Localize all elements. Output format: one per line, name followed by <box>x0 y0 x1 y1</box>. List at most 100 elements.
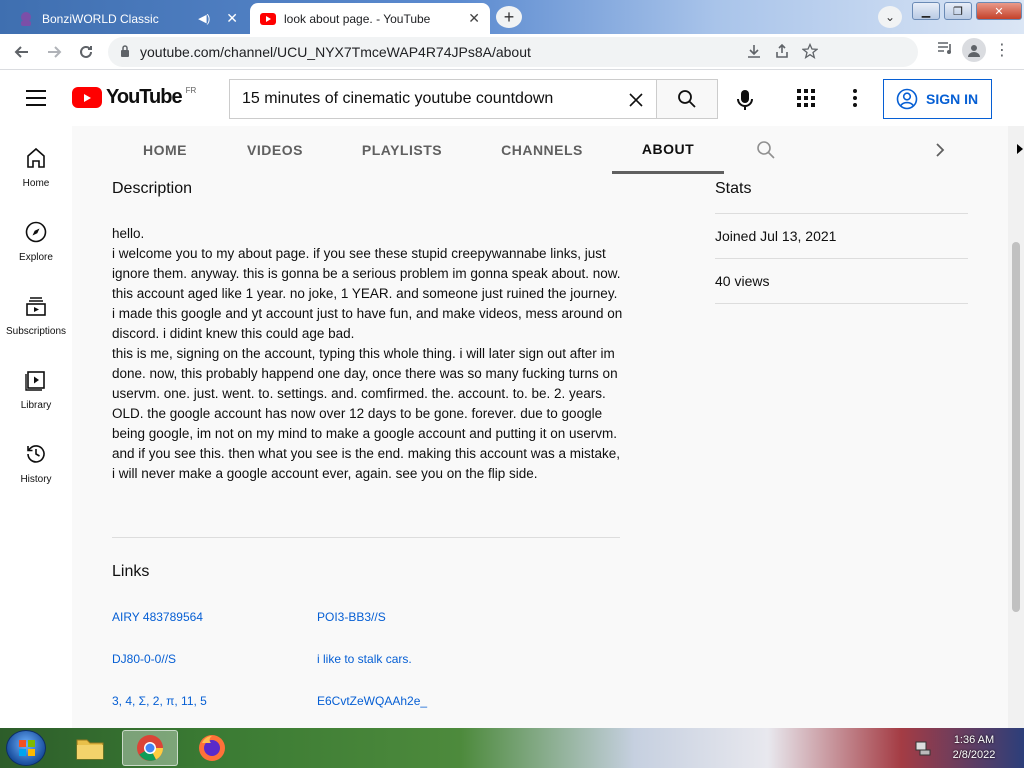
taskbar-chrome[interactable] <box>122 730 178 766</box>
guide-item-label: Library <box>20 400 52 411</box>
guide-item-label: Home <box>22 178 50 189</box>
mini-guide: Home Explore Subscriptions Library Histo… <box>0 126 72 728</box>
guide-menu-button[interactable] <box>24 88 48 108</box>
guide-item-subscriptions[interactable]: Subscriptions <box>0 274 72 348</box>
clock-time: 1:36 AM <box>953 734 995 746</box>
speaker-icon[interactable]: ◀) <box>198 12 210 25</box>
browser-toolbar: youtube.com/channel/UCU_NYX7TmceWAP4R74J… <box>0 34 1024 70</box>
chevron-right-icon <box>936 143 945 157</box>
guide-item-library[interactable]: Library <box>0 348 72 422</box>
voice-search-button[interactable] <box>730 85 760 115</box>
apps-grid-icon <box>797 89 815 107</box>
bookmark-star-icon[interactable] <box>801 42 819 62</box>
account-circle-icon <box>896 88 918 110</box>
channel-link[interactable]: 3, 4, Σ, 2, π, 11, 5 <box>112 694 207 708</box>
youtube-masthead: YouTube FR 15 minutes of cinematic youtu… <box>0 70 1024 126</box>
stats-heading: Stats <box>715 180 752 197</box>
start-button[interactable] <box>6 730 46 766</box>
channel-link[interactable]: i like to stalk cars. <box>317 652 412 666</box>
search-query: 15 minutes of cinematic youtube countdow… <box>242 90 554 107</box>
close-tab-icon[interactable]: ✕ <box>226 10 238 27</box>
forward-button[interactable] <box>38 36 70 68</box>
browser-tab-bonziworld[interactable]: BonziWORLD Classic ◀) ✕ <box>8 3 248 34</box>
window-controls: ⌄ ▁ ❐ ✕ <box>878 2 1022 28</box>
channel-link[interactable]: DJ80-0-0//S <box>112 652 176 666</box>
history-icon <box>27 445 45 463</box>
guide-item-label: History <box>20 474 52 485</box>
page-scrollbar[interactable] <box>1008 126 1024 728</box>
channel-tabs: HOME VIDEOS PLAYLISTS CHANNELS ABOUT <box>72 126 1008 174</box>
system-clock[interactable]: 1:36 AM 2/8/2022 <box>944 733 1004 763</box>
search-input[interactable]: 15 minutes of cinematic youtube countdow… <box>229 79 656 119</box>
description-line: this is me, signing on the account, typi… <box>112 346 621 481</box>
channel-search-button[interactable] <box>756 140 776 165</box>
profile-avatar-icon[interactable] <box>962 38 986 62</box>
install-app-icon[interactable] <box>746 43 762 62</box>
restore-button[interactable]: ❐ <box>944 2 972 20</box>
mouse-cursor-icon <box>1017 144 1023 154</box>
channel-description: hello. i welcome you to my about page. i… <box>112 224 624 484</box>
description-line: hello. <box>112 226 145 241</box>
search-button[interactable] <box>656 79 718 119</box>
media-control-icon[interactable] <box>936 40 954 61</box>
browser-menu-icon[interactable]: ⋮ <box>994 40 1010 60</box>
tab-videos[interactable]: VIDEOS <box>234 126 316 174</box>
browser-tab-title: BonziWORLD Classic <box>42 11 159 26</box>
share-icon[interactable] <box>774 43 790 62</box>
youtube-apps-button[interactable] <box>796 88 816 113</box>
tab-playlists[interactable]: PLAYLISTS <box>350 126 454 174</box>
channel-link[interactable]: E6CvtZeWQAAh2e_ <box>317 694 427 708</box>
taskbar-explorer[interactable] <box>62 730 118 766</box>
back-button[interactable] <box>6 36 38 68</box>
country-code: FR <box>185 86 197 95</box>
youtube-logo[interactable]: YouTube FR <box>72 86 196 109</box>
tab-search-button[interactable]: ⌄ <box>878 6 902 28</box>
tab-about[interactable]: ABOUT <box>612 126 724 174</box>
address-bar[interactable]: youtube.com/channel/UCU_NYX7TmceWAP4R74J… <box>108 37 918 67</box>
tab-home[interactable]: HOME <box>122 126 208 174</box>
browser-tabstrip: BonziWORLD Classic ◀) ✕ look about page.… <box>0 0 1024 34</box>
logo-wordmark: YouTube <box>106 86 183 108</box>
joined-date: Joined Jul 13, 2021 <box>715 228 837 244</box>
taskbar-firefox[interactable] <box>184 730 240 766</box>
home-icon <box>27 147 45 168</box>
network-tray-icon[interactable] <box>914 740 932 761</box>
channel-link[interactable]: POI3-BB3//S <box>317 610 386 624</box>
settings-more-button[interactable] <box>846 88 864 113</box>
windows-logo-icon <box>19 740 35 756</box>
youtube-play-icon <box>72 87 102 108</box>
guide-item-history[interactable]: History <box>0 422 72 496</box>
scrollbar-thumb[interactable] <box>1012 242 1020 612</box>
clock-date: 2/8/2022 <box>952 749 996 761</box>
microphone-icon <box>737 90 753 110</box>
guide-item-home[interactable]: Home <box>0 126 72 200</box>
firefox-icon <box>199 735 225 761</box>
clear-search-icon[interactable] <box>624 88 648 112</box>
close-window-button[interactable]: ✕ <box>976 2 1022 20</box>
minimize-button[interactable]: ▁ <box>912 2 940 20</box>
guide-item-label: Explore <box>19 252 53 263</box>
about-content: Description hello. i welcome you to my a… <box>72 174 1008 728</box>
browser-tab-youtube[interactable]: look about page. - YouTube ✕ <box>250 3 490 34</box>
tabs-next-button[interactable] <box>932 140 948 165</box>
url-text: youtube.com/channel/UCU_NYX7TmceWAP4R74J… <box>140 44 531 60</box>
omnibox-actions <box>746 37 819 67</box>
back-arrow-icon <box>14 45 28 58</box>
close-tab-icon[interactable]: ✕ <box>468 10 480 27</box>
windows-taskbar: 1:36 AM 2/8/2022 <box>0 728 1024 768</box>
links-heading: Links <box>112 563 150 580</box>
search-icon <box>678 90 696 108</box>
browser-right-controls: ⋮ <box>936 38 1010 62</box>
lock-icon[interactable] <box>120 44 130 60</box>
new-tab-button[interactable]: + <box>496 6 522 28</box>
browser-tab-title: look about page. - YouTube <box>284 11 431 26</box>
forward-arrow-icon <box>48 45 62 58</box>
guide-item-explore[interactable]: Explore <box>0 200 72 274</box>
more-vert-icon <box>853 89 857 107</box>
sign-in-button[interactable]: SIGN IN <box>883 79 992 119</box>
tab-channels[interactable]: CHANNELS <box>488 126 596 174</box>
section-divider <box>112 537 620 538</box>
reload-button[interactable] <box>70 36 102 68</box>
channel-link[interactable]: AIRY 483789564 <box>112 610 203 624</box>
description-line: i welcome you to my about page. if you s… <box>112 246 623 341</box>
